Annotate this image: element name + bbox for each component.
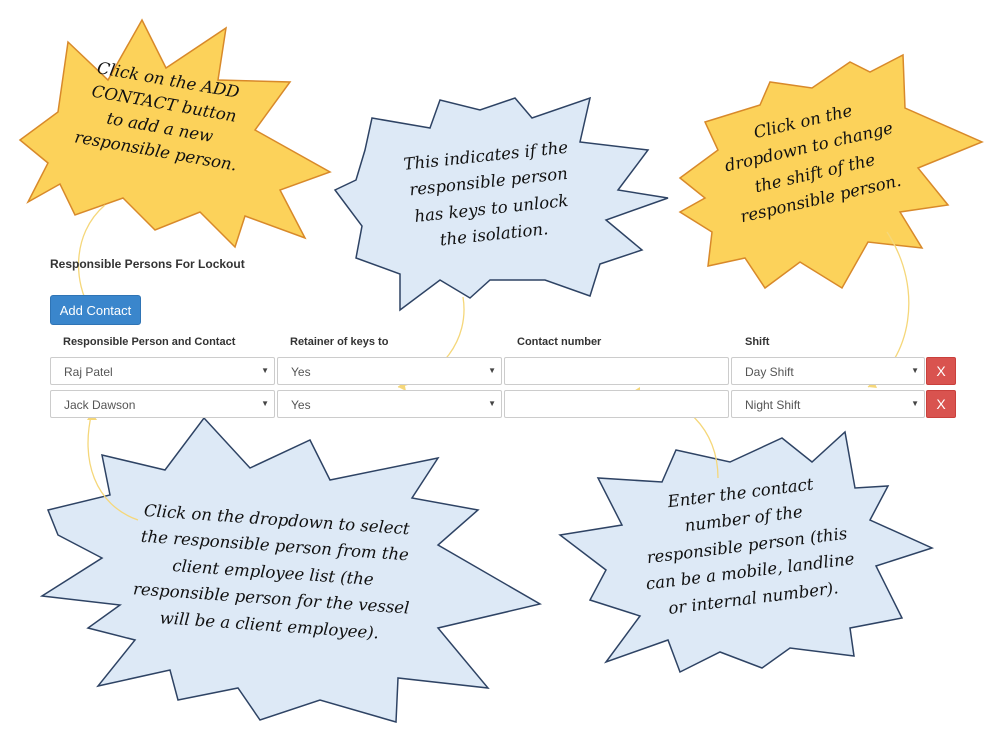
keys-select[interactable]: Yes ▼: [277, 357, 502, 385]
column-header-person: Responsible Person and Contact: [63, 336, 236, 348]
contact-number-input[interactable]: [504, 390, 729, 418]
shift-select-value: Day Shift: [745, 365, 794, 379]
shift-select[interactable]: Night Shift ▼: [731, 390, 925, 418]
column-header-shift: Shift: [745, 336, 770, 348]
person-select-value: Raj Patel: [64, 365, 113, 379]
delete-row-button[interactable]: X: [926, 357, 956, 385]
contact-number-input[interactable]: [504, 357, 729, 385]
delete-row-button[interactable]: X: [926, 390, 956, 418]
person-select[interactable]: Jack Dawson ▼: [50, 390, 275, 418]
add-contact-button[interactable]: Add Contact: [50, 295, 141, 325]
section-title: Responsible Persons For Lockout: [50, 257, 245, 271]
shift-select[interactable]: Day Shift ▼: [731, 357, 925, 385]
column-header-contact: Contact number: [517, 336, 602, 348]
caret-down-icon: ▼: [911, 399, 919, 408]
shift-select-value: Night Shift: [745, 398, 801, 412]
person-select[interactable]: Raj Patel ▼: [50, 357, 275, 385]
keys-select-value: Yes: [291, 365, 311, 379]
keys-select-value: Yes: [291, 398, 311, 412]
caret-down-icon: ▼: [261, 399, 269, 408]
caret-down-icon: ▼: [911, 366, 919, 375]
caret-down-icon: ▼: [261, 366, 269, 375]
column-header-keys: Retainer of keys to: [290, 336, 389, 348]
person-select-value: Jack Dawson: [64, 398, 136, 412]
caret-down-icon: ▼: [488, 366, 496, 375]
caret-down-icon: ▼: [488, 399, 496, 408]
keys-select[interactable]: Yes ▼: [277, 390, 502, 418]
callout-text-person: Click on the dropdown to select the resp…: [124, 497, 422, 649]
